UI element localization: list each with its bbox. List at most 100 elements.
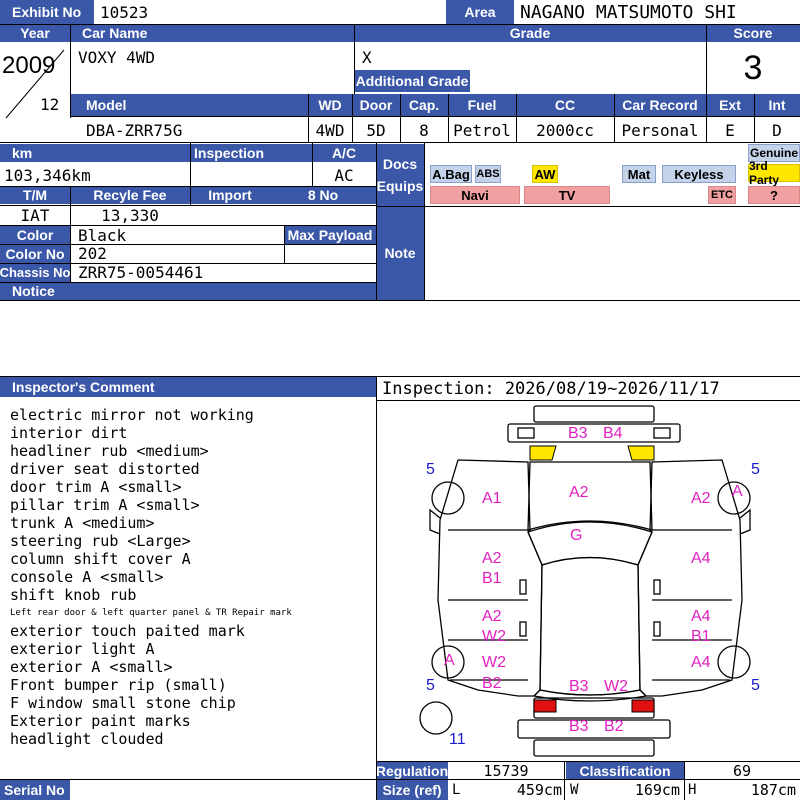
right-taillight-icon xyxy=(631,699,655,713)
grid-line xyxy=(354,24,355,94)
grid-line xyxy=(400,94,401,142)
grid-line xyxy=(448,94,449,142)
note-label: Note xyxy=(376,206,424,300)
exhibit-no-value: 10523 xyxy=(100,2,149,22)
grid-line xyxy=(754,94,755,142)
grid-line xyxy=(376,400,800,401)
regulation-value: 15739 xyxy=(483,762,529,780)
int-label: Int xyxy=(754,94,800,116)
mark-b3-front: B3 xyxy=(568,425,588,442)
grid-line xyxy=(0,300,800,301)
grid-line xyxy=(0,376,800,377)
comment-line: pillar trim A <small> xyxy=(10,496,200,514)
eight-no-label: 8 No xyxy=(270,186,376,204)
size-label: Size (ref) xyxy=(376,780,448,800)
comment-line: Front bumper rip (small) xyxy=(10,676,227,694)
mark-w2-left-rear-door: W2 xyxy=(482,628,506,645)
classification-value: 69 xyxy=(732,762,752,780)
mark-5-front-left: 5 xyxy=(426,461,435,478)
comment-line: Exterior paint marks xyxy=(10,712,191,730)
car-record-label: Car Record xyxy=(614,94,706,116)
door-label: Door xyxy=(352,94,400,116)
color-label: Color xyxy=(0,225,70,244)
inspection-period: Inspection: 2026/08/19~2026/11/17 xyxy=(382,379,720,399)
serial-no-label: Serial No xyxy=(0,780,70,800)
notice-label: Notice xyxy=(0,282,376,300)
mark-a2-right-fender: A2 xyxy=(691,490,711,507)
mark-5-rear-right: 5 xyxy=(751,677,760,694)
grid-line xyxy=(70,116,800,117)
third-party-badge: 3rd Party xyxy=(748,159,800,187)
score-label: Score xyxy=(706,24,800,42)
comment-line: exterior light A xyxy=(10,640,155,658)
model-value: DBA-ZRR75G xyxy=(86,120,183,140)
mark-5-front-right: 5 xyxy=(751,461,760,478)
color-no-value: 202 xyxy=(78,244,107,263)
tm-value: IAT xyxy=(20,205,50,225)
navi-badge: Navi xyxy=(430,186,520,204)
mark-a2-left-rear-door: A2 xyxy=(482,608,502,625)
door-value: 5D xyxy=(366,120,386,140)
size-w-label: W xyxy=(570,782,579,798)
mat-badge: Mat xyxy=(622,165,656,183)
chassis-value: ZRR75-0054461 xyxy=(78,263,204,282)
grid-line xyxy=(0,24,800,25)
comment-line: steering rub <Large> xyxy=(10,532,191,550)
model-label: Model xyxy=(70,94,308,116)
mark-a4-right-quarter: A4 xyxy=(691,654,711,671)
car-record-value: Personal xyxy=(621,120,699,140)
grid-line xyxy=(0,263,376,264)
docs-equips-label: Docs Equips xyxy=(376,144,424,206)
mark-a1: A1 xyxy=(482,490,502,507)
mark-b2-rear-bumper: B2 xyxy=(604,718,624,735)
month-value: 12 xyxy=(40,94,60,114)
comment-line: shift knob rub xyxy=(10,586,137,604)
grid-line xyxy=(352,94,353,142)
color-value: Black xyxy=(78,225,127,245)
cc-value: 2000cc xyxy=(536,120,594,140)
recycle-value: 13,330 xyxy=(101,205,159,225)
ext-value: E xyxy=(725,120,735,140)
grid-line xyxy=(0,205,376,206)
aw-badge: AW xyxy=(532,165,558,183)
grid-line xyxy=(564,761,565,800)
size-h-label: H xyxy=(688,782,697,798)
grid-line xyxy=(0,244,376,245)
grid-line xyxy=(312,142,313,186)
area-value: NAGANO MATSUMOTO SHI xyxy=(520,1,737,23)
wd-value: 4WD xyxy=(315,120,345,140)
mark-b3-rear-bumper: B3 xyxy=(569,718,589,735)
color-no-label: Color No xyxy=(0,245,70,263)
max-payload-label: Max Payload xyxy=(284,225,376,244)
equips-label: Equips xyxy=(376,178,424,194)
mark-a-left-rear-wheel: A xyxy=(444,652,455,669)
mark-w2-left-quarter: W2 xyxy=(482,654,506,671)
score-value: 3 xyxy=(743,48,763,87)
size-w-value: 169cm xyxy=(634,781,680,799)
cap-label: Cap. xyxy=(400,94,448,116)
size-h-value: 187cm xyxy=(750,781,796,799)
comment-line: console A <small> xyxy=(10,568,164,586)
km-label: km xyxy=(0,144,190,162)
mark-a2-left-front-door: A2 xyxy=(482,550,502,567)
inspector-comment-list: electric mirror not working interior dir… xyxy=(10,406,370,748)
abs-badge: ABS xyxy=(475,165,501,183)
etc-badge: ETC xyxy=(708,186,736,204)
exhibit-no-label: Exhibit No xyxy=(0,0,94,24)
ac-label: A/C xyxy=(312,144,376,162)
grid-line xyxy=(70,24,71,118)
classification-label: Classification xyxy=(566,762,684,780)
grid-line xyxy=(376,206,800,207)
comment-line: column shift cover A xyxy=(10,550,191,568)
grid-line xyxy=(516,94,517,142)
comment-line: driver seat distorted xyxy=(10,460,200,478)
comment-line: door trim A <small> xyxy=(10,478,182,496)
mark-b1-right-rear-door: B1 xyxy=(691,628,711,645)
comment-line: electric mirror not working xyxy=(10,406,254,424)
chassis-label: Chassis No xyxy=(0,263,70,282)
fuel-value: Petrol xyxy=(453,120,511,140)
grid-line xyxy=(0,225,376,226)
grid-line xyxy=(376,142,377,300)
import-label: Import xyxy=(190,186,270,204)
grid-line xyxy=(284,225,285,263)
